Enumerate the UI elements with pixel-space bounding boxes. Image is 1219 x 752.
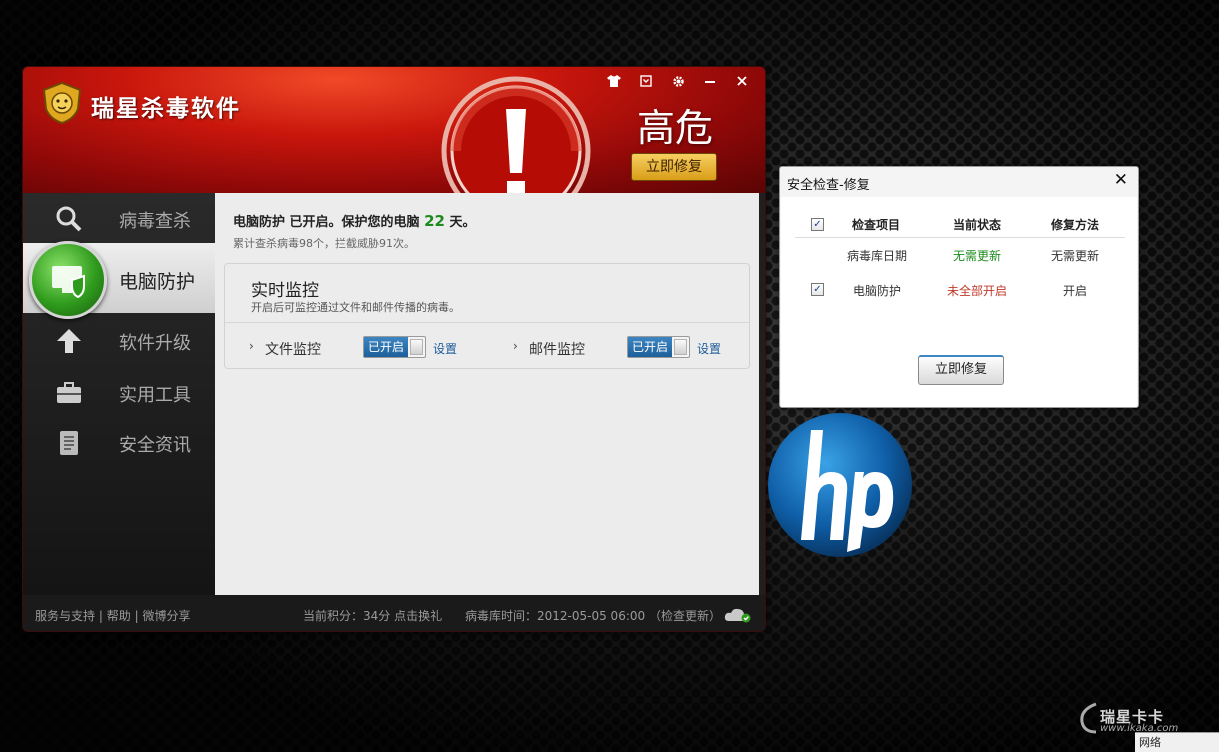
toolbox-icon bbox=[57, 382, 81, 403]
sidebar-item-security-news[interactable]: 安全资讯 bbox=[23, 417, 215, 469]
sidebar-item-pc-protection[interactable]: 电脑防护 bbox=[23, 241, 215, 319]
toggle-state: 已开启 bbox=[364, 337, 408, 357]
points-text: 当前积分：34分 bbox=[303, 609, 391, 623]
security-check-dialog: 安全检查-修复 ✕ ✓ 检查项目 当前状态 修复方法 病毒库日期 无需更新 无需… bbox=[779, 166, 1139, 408]
chevron-right-icon[interactable]: › bbox=[513, 339, 518, 353]
menu-dropdown-icon[interactable] bbox=[635, 75, 657, 93]
threat-level-text: 高危 bbox=[637, 106, 714, 150]
monitor-description: 开启后可监控通过文件和邮件传播的病毒。 bbox=[251, 301, 460, 314]
file-monitor-settings-link[interactable]: 设置 bbox=[433, 340, 457, 357]
sidebar-item-label: 电脑防护 bbox=[119, 271, 196, 293]
row-status: 未全部开启 bbox=[946, 284, 1007, 298]
content-panel: 电脑防护 已开启。保护您的电脑 22 天。 累计查杀病毒98个，拦截威胁91次。… bbox=[215, 193, 759, 595]
toggle-knob bbox=[674, 339, 687, 355]
titlebar-controls bbox=[603, 75, 753, 93]
divider bbox=[795, 237, 1125, 238]
protection-stats: 累计查杀病毒98个，拦截威胁91次。 bbox=[233, 237, 415, 250]
sidebar-item-label: 病毒查杀 bbox=[119, 211, 191, 232]
mail-monitor-label: 邮件监控 bbox=[529, 342, 585, 358]
protection-status-text: 电脑防护 已开启。保护您的电脑 bbox=[233, 215, 425, 230]
sidebar: 病毒查杀 电脑防护 软件升级 实用工具 安全资讯 bbox=[23, 193, 215, 595]
toggle-knob bbox=[410, 339, 423, 355]
footer-separator: | bbox=[134, 609, 139, 623]
document-icon bbox=[60, 431, 78, 455]
support-link[interactable]: 服务与支持 bbox=[35, 609, 95, 623]
protection-status: 电脑防护 已开启。保护您的电脑 22 天。 bbox=[233, 211, 475, 230]
help-link[interactable]: 帮助 bbox=[107, 609, 131, 623]
row-method: 无需更新 bbox=[1050, 249, 1099, 263]
arrow-up-icon bbox=[57, 329, 81, 353]
app-title: 瑞星杀毒软件 bbox=[91, 96, 241, 122]
mail-monitor-toggle[interactable]: 已开启 bbox=[627, 336, 690, 358]
check-update-link[interactable]: （检查更新） bbox=[649, 609, 721, 623]
weibo-share-link[interactable]: 微博分享 bbox=[142, 609, 190, 623]
taskbar-network-label[interactable]: 网络 bbox=[1135, 732, 1219, 752]
toggle-state: 已开启 bbox=[628, 337, 672, 357]
protection-status-suffix: 天。 bbox=[444, 215, 476, 230]
realtime-monitor-box: 实时监控 开启后可监控通过文件和邮件传播的病毒。 › 文件监控 已开启 设置 ›… bbox=[224, 263, 750, 369]
virus-db-time: 病毒库时间：2012-05-05 06:00 bbox=[465, 609, 646, 623]
monitor-title: 实时监控 bbox=[251, 281, 319, 301]
mail-monitor-settings-link[interactable]: 设置 bbox=[697, 340, 721, 357]
shield-monitor-icon bbox=[29, 241, 107, 319]
pc-protection-checkbox[interactable]: ✓ bbox=[811, 283, 824, 296]
status-footer: 服务与支持 | 帮助 | 微博分享 当前积分：34分 点击换礼 病毒库时间：20… bbox=[23, 595, 765, 631]
cloud-check-icon[interactable] bbox=[723, 605, 753, 623]
hp-logo-icon bbox=[768, 413, 912, 557]
column-header: 修复方法 bbox=[1050, 218, 1099, 232]
protection-days: 22 bbox=[424, 212, 445, 230]
close-icon[interactable] bbox=[731, 75, 753, 93]
file-monitor-row: › 文件监控 已开启 设置 bbox=[249, 336, 489, 360]
skin-shirt-icon[interactable] bbox=[603, 75, 625, 93]
row-status: 无需更新 bbox=[952, 249, 1001, 263]
sidebar-item-label: 安全资讯 bbox=[119, 435, 191, 456]
gear-icon[interactable] bbox=[667, 75, 689, 93]
sidebar-item-tools[interactable]: 实用工具 bbox=[23, 367, 215, 419]
row-item: 病毒库日期 bbox=[846, 249, 907, 263]
sidebar-item-virus-scan[interactable]: 病毒查杀 bbox=[23, 193, 215, 245]
sidebar-item-label: 软件升级 bbox=[119, 333, 191, 354]
row-method: 开启 bbox=[1062, 284, 1087, 298]
search-icon bbox=[56, 206, 82, 232]
select-all-checkbox[interactable]: ✓ bbox=[811, 218, 824, 231]
column-header: 当前状态 bbox=[952, 218, 1001, 232]
sidebar-item-upgrade[interactable]: 软件升级 bbox=[23, 315, 215, 367]
dialog-title: 安全检查-修复 bbox=[787, 178, 870, 193]
window-header: 瑞星杀毒软件 高危 立即修复 bbox=[23, 67, 765, 226]
sidebar-item-label: 实用工具 bbox=[119, 385, 191, 406]
file-monitor-toggle[interactable]: 已开启 bbox=[363, 336, 426, 358]
dialog-body: ✓ 检查项目 当前状态 修复方法 病毒库日期 无需更新 无需更新 ✓ 电脑防护 … bbox=[781, 197, 1137, 407]
fix-now-button[interactable]: 立即修复 bbox=[631, 153, 717, 181]
row-item: 电脑防护 bbox=[852, 284, 901, 298]
watermark-emblem-icon bbox=[1080, 702, 1097, 734]
lion-shield-logo-icon bbox=[42, 81, 82, 125]
file-monitor-label: 文件监控 bbox=[265, 342, 321, 358]
chevron-right-icon[interactable]: › bbox=[249, 339, 254, 353]
minimize-icon[interactable] bbox=[699, 75, 721, 93]
main-window: 瑞星杀毒软件 高危 立即修复 病毒查杀 电脑防护 软件升级 实用工具 安全资讯 … bbox=[22, 66, 766, 632]
footer-separator: | bbox=[98, 609, 103, 623]
redeem-link[interactable]: 点击换礼 bbox=[394, 609, 442, 623]
mail-monitor-row: › 邮件监控 已开启 设置 bbox=[513, 336, 753, 360]
column-header: 检查项目 bbox=[851, 218, 900, 232]
dialog-fix-now-button[interactable]: 立即修复 bbox=[918, 355, 1004, 385]
close-icon[interactable]: ✕ bbox=[1114, 170, 1128, 190]
divider bbox=[225, 322, 749, 323]
